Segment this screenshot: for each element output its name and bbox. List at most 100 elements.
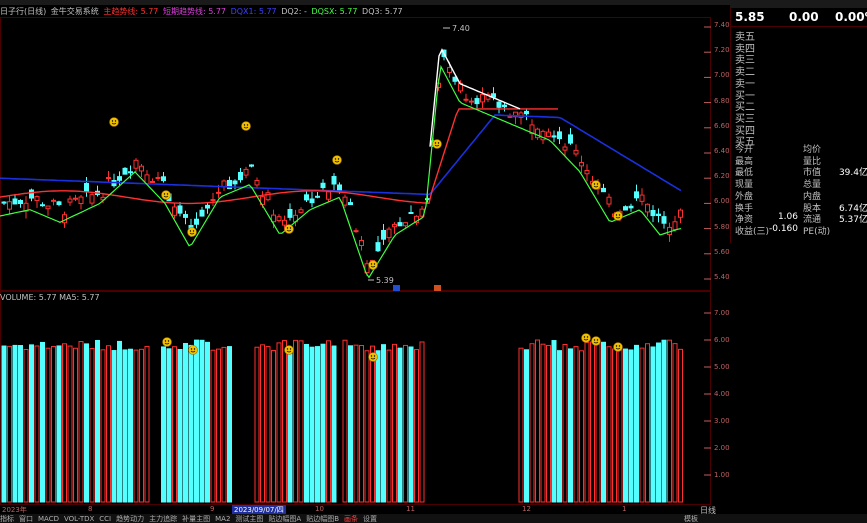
indicator-tab[interactable]: 趋势动力: [116, 515, 144, 523]
smiley-signal-icon: [591, 336, 601, 346]
candle-body: [606, 196, 612, 205]
volume-bar: [227, 346, 232, 503]
x-tick-label: 8: [88, 505, 93, 513]
indicator-tab[interactable]: VOL-TDX: [64, 515, 94, 523]
candle-body: [535, 128, 540, 139]
event-marker-icon: [393, 285, 400, 291]
candle-body: [628, 205, 634, 209]
candle-body: [122, 167, 128, 175]
candle-body: [51, 199, 56, 202]
stat-row: 今开 均价: [731, 142, 867, 155]
smiley-signal-icon: [109, 117, 119, 127]
candle-body: [331, 176, 337, 185]
candle-body: [78, 196, 84, 205]
indicator-tab[interactable]: MACD: [38, 515, 59, 523]
candle-body: [309, 198, 315, 204]
candle-body: [84, 183, 89, 192]
volume-axis-label: 6.00: [714, 336, 730, 344]
volume-bar: [573, 346, 579, 503]
orderbook-row[interactable]: 卖二: [735, 63, 755, 78]
volume-bar: [397, 347, 403, 503]
volume-bar: [254, 346, 260, 503]
candle-body: [276, 216, 282, 222]
smiley-signal-icon: [332, 155, 342, 165]
smiley-eye: [586, 336, 589, 338]
volume-bar: [342, 339, 348, 503]
price-axis-label: 5.80: [714, 222, 730, 231]
candle-body: [139, 165, 144, 172]
smiley-eye: [164, 340, 167, 342]
orderbook-row[interactable]: 卖五: [735, 28, 755, 43]
indicator-tab[interactable]: 指标: [0, 515, 14, 523]
orderbook-row[interactable]: 买一: [735, 87, 755, 102]
orderbook-row[interactable]: 卖四: [735, 40, 755, 55]
candle-body: [117, 176, 122, 181]
long-ma-line: [0, 114, 682, 196]
smiley-eye: [370, 355, 373, 357]
smiley-eye: [163, 193, 166, 195]
volume-bar: [590, 341, 595, 503]
candle-body: [348, 202, 353, 206]
volume-bar: [188, 344, 194, 503]
candle-body: [359, 239, 364, 247]
volume-bar: [23, 348, 29, 503]
indicator-tab[interactable]: 设置: [363, 515, 377, 523]
indicator-tab[interactable]: 画条: [344, 515, 358, 523]
candle-body: [579, 162, 584, 167]
smiley-signal-icon: [613, 211, 623, 221]
volume-bar: [359, 344, 364, 503]
volume-bar: [650, 346, 656, 503]
candle-body: [254, 180, 260, 186]
smiley-signal-icon: [368, 260, 378, 270]
volume-bar: [1, 345, 7, 503]
orderbook-row[interactable]: 买四: [735, 122, 755, 137]
volume-bar: [546, 344, 551, 503]
volume-bar: [12, 344, 18, 503]
volume-bar: [606, 346, 612, 503]
volume-axis-label: 2.00: [714, 444, 730, 452]
indicator-tab[interactable]: 贴边幅图A: [268, 515, 301, 523]
indicator-tab[interactable]: 主力追踪: [149, 515, 177, 523]
orderbook-row[interactable]: 买二: [735, 98, 755, 113]
smiley-eye: [615, 345, 618, 347]
volume-bar: [166, 348, 172, 503]
stat-l1: 收益(三): [735, 226, 770, 237]
volume-bar: [216, 348, 221, 503]
volume-bar: [287, 349, 293, 503]
indicator-tab[interactable]: 贴边幅图B: [306, 515, 339, 523]
indicator-tab[interactable]: 窗口: [19, 515, 33, 523]
volume-bar: [315, 346, 320, 503]
orderbook-row[interactable]: 买三: [735, 110, 755, 125]
orderbook-row[interactable]: 卖三: [735, 51, 755, 66]
smiley-eye: [246, 124, 249, 126]
smiley-face: [613, 211, 623, 221]
indicator-tab[interactable]: CCI: [99, 515, 111, 523]
indicator-tab[interactable]: 测试主图: [235, 515, 263, 523]
candle-body: [232, 180, 238, 185]
volume-bar: [386, 349, 392, 503]
volume-bar: [139, 348, 144, 503]
candle-body: [12, 198, 18, 205]
candle-body: [216, 191, 221, 194]
candle-body: [320, 182, 326, 189]
volume-bar: [595, 341, 601, 503]
candle-body: [634, 191, 639, 199]
template-tab[interactable]: 模板: [684, 514, 698, 523]
candle-body: [562, 146, 568, 151]
indicator-tab[interactable]: 补量主图: [182, 515, 210, 523]
candle-body: [315, 195, 320, 198]
volume-axis-label: 4.00: [714, 390, 730, 398]
volume-bar: [408, 346, 414, 503]
cursor-date-badge: 2023/09/07/四: [232, 505, 286, 514]
x-axis: 2023年 8 9 10 11 12 1: [0, 505, 700, 514]
orderbook-row[interactable]: 卖一: [735, 75, 755, 90]
candle-body: [507, 115, 513, 118]
volume-bar: [210, 349, 216, 503]
volume-bar: [34, 345, 40, 503]
volume-bar: [111, 350, 117, 503]
price-axis-label: 7.00: [714, 71, 730, 80]
indicator-tab[interactable]: MA2: [215, 515, 230, 523]
candle-body: [161, 176, 166, 182]
volume-bar: [62, 343, 67, 503]
volume-bar: [309, 346, 315, 503]
